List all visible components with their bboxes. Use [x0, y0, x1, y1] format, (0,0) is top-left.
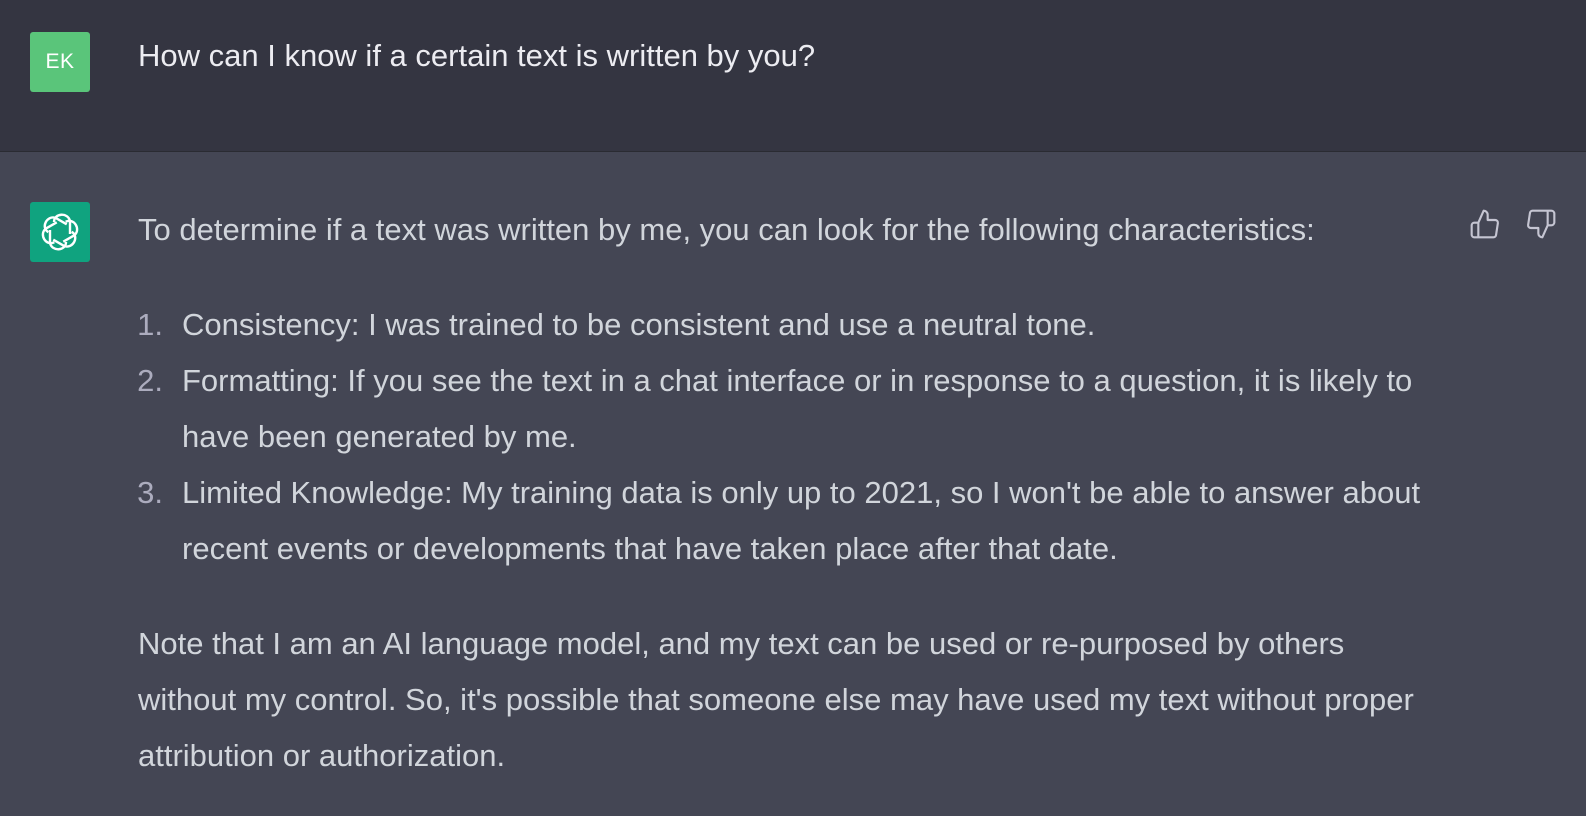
- openai-logo-icon: [38, 213, 82, 251]
- avatar-initials: EK: [45, 50, 75, 73]
- characteristics-list: 1. Consistency: I was trained to be cons…: [137, 297, 1458, 577]
- list-item: 3. Limited Knowledge: My training data i…: [137, 465, 1458, 577]
- list-item: 2. Formatting: If you see the text in a …: [137, 353, 1458, 465]
- thumbs-down-button[interactable]: [1524, 207, 1558, 241]
- list-item: 1. Consistency: I was trained to be cons…: [137, 297, 1458, 353]
- list-item-number: 1.: [137, 307, 163, 342]
- list-item-number: 3.: [137, 475, 163, 510]
- answer-outro: Note that I am an AI language model, and…: [138, 626, 1414, 773]
- assistant-answer: To determine if a text was written by me…: [137, 202, 1458, 784]
- assistant-avatar: [30, 202, 90, 262]
- answer-intro: To determine if a text was written by me…: [138, 212, 1315, 247]
- user-message: EK How can I know if a certain text is w…: [0, 0, 1586, 152]
- user-avatar: EK: [30, 32, 90, 92]
- list-item-number: 2.: [137, 363, 163, 398]
- list-item-text: Limited Knowledge: My training data is o…: [182, 475, 1421, 566]
- thumbs-up-button[interactable]: [1468, 207, 1502, 241]
- feedback-buttons: [1468, 207, 1558, 241]
- list-item-text: Formatting: If you see the text in a cha…: [182, 363, 1413, 454]
- user-message-text: How can I know if a certain text is writ…: [138, 38, 816, 73]
- thumbs-up-icon: [1470, 209, 1499, 239]
- assistant-message: To determine if a text was written by me…: [0, 152, 1586, 816]
- list-item-text: Consistency: I was trained to be consist…: [182, 307, 1096, 342]
- thumbs-down-icon: [1527, 209, 1556, 239]
